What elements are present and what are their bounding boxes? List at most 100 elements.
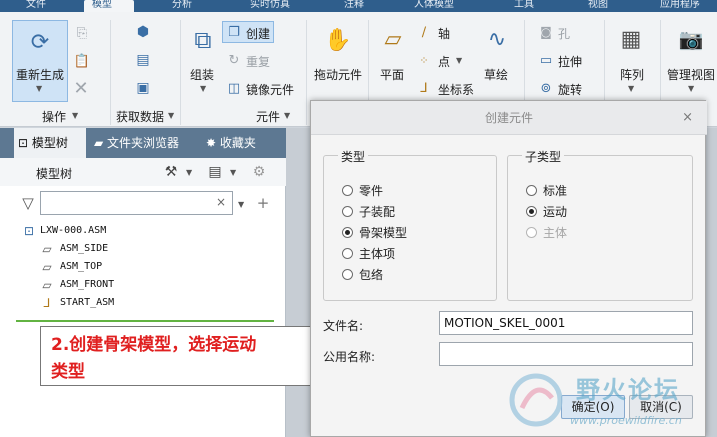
common-name-field[interactable] <box>439 342 693 366</box>
chevron-down-icon[interactable]: ▼ <box>72 111 78 120</box>
plane-label[interactable]: 平面 <box>380 66 404 83</box>
note-line-2: 类型 <box>51 362 85 382</box>
subtype-option-body: 主体 <box>526 224 567 241</box>
type-option-bulk-item[interactable]: 主体项 <box>342 245 395 262</box>
point-icon[interactable]: ⁘ <box>416 52 432 68</box>
component-group-label[interactable]: 元件 <box>256 108 280 125</box>
copy-icon[interactable]: ⎘ <box>72 24 92 42</box>
sketch-icon[interactable]: ∿ <box>482 24 512 54</box>
mirror-component-label[interactable]: 镜像元件 <box>246 81 294 98</box>
tree-header: 模型树 ⚒ ▼ ▤ ▼ ⚙ <box>0 158 286 186</box>
subtype-group: 子类型 标准 运动 主体 <box>507 148 693 301</box>
tab-annotate[interactable]: 注释 <box>344 0 384 12</box>
type-option-envelope[interactable]: 包络 <box>342 266 383 283</box>
tree-filter-input[interactable]: × <box>40 191 233 215</box>
tree-node-start-asm[interactable]: START_ASM <box>60 297 114 308</box>
extrude-icon[interactable]: ▭ <box>538 52 554 68</box>
assemble-label[interactable]: 组装 <box>190 66 214 83</box>
revolve-label[interactable]: 旋转 <box>558 81 582 98</box>
create-component-label: 创建 <box>246 27 271 41</box>
manage-views-label[interactable]: 管理视图 <box>667 66 715 83</box>
filter-settings-icon[interactable]: ⚙ <box>250 163 268 181</box>
pattern-label[interactable]: 阵列 <box>620 66 644 83</box>
drag-components-label[interactable]: 拖动元件 <box>314 66 362 83</box>
mirror-component-icon[interactable]: ◫ <box>226 80 242 96</box>
filter-icon[interactable]: ▽ <box>20 194 36 212</box>
type-option-subassembly[interactable]: 子装配 <box>342 203 395 220</box>
chevron-down-icon[interactable]: ▼ <box>200 84 206 93</box>
tab-model-tree[interactable]: ⊡ 模型树 <box>14 128 86 158</box>
coordinate-system-icon[interactable]: ⅃ <box>416 80 432 96</box>
axis-label[interactable]: 轴 <box>438 25 450 42</box>
plane-icon[interactable]: ▱ <box>378 24 408 54</box>
extrude-label[interactable]: 拉伸 <box>558 53 582 70</box>
repeat-icon[interactable]: ↻ <box>226 52 242 68</box>
show-settings-icon[interactable]: ▤ <box>206 163 224 181</box>
tab-folder-browser[interactable]: ▰ 文件夹浏览器 <box>94 128 204 158</box>
subtype-option-standard[interactable]: 标准 <box>526 182 567 199</box>
chevron-down-icon[interactable]: ▼ <box>186 168 192 177</box>
coordinate-system-icon: ⅃ <box>43 296 51 310</box>
operations-group-label[interactable]: 操作 <box>42 108 66 125</box>
delete-icon[interactable]: ✕ <box>70 78 92 99</box>
model-tree-panel: ⊡ 模型树 ▰ 文件夹浏览器 ✸ 收藏夹 模型树 ⚒ ▼ ▤ ▼ ⚙ ▽ × ▼… <box>0 128 286 437</box>
tools-icon[interactable]: ⚒ <box>162 163 180 181</box>
model-tree-icon: ⊡ <box>18 136 32 150</box>
chevron-down-icon[interactable]: ▼ <box>238 200 244 209</box>
regenerate-label: 重新生成 <box>16 68 65 82</box>
panel-tab-bar: ⊡ 模型树 ▰ 文件夹浏览器 ✸ 收藏夹 <box>0 128 286 158</box>
clear-icon[interactable]: × <box>216 195 226 209</box>
tab-realtime-sim[interactable]: 实时仿真 <box>250 0 310 12</box>
user-defined-feature-icon[interactable]: ⬢ <box>132 22 154 42</box>
chevron-down-icon[interactable]: ▼ <box>628 84 634 93</box>
tree-node-asm-top[interactable]: ASM_TOP <box>60 261 102 272</box>
coordinate-system-label[interactable]: 坐标系 <box>438 81 474 98</box>
hole-label[interactable]: 孔 <box>558 25 570 42</box>
tab-favorites[interactable]: ✸ 收藏夹 <box>206 128 276 158</box>
chevron-down-icon[interactable]: ▼ <box>168 111 174 120</box>
assemble-icon[interactable]: ⧉ <box>188 24 218 56</box>
chevron-down-icon[interactable]: ▼ <box>688 84 694 93</box>
type-option-part[interactable]: 零件 <box>342 182 383 199</box>
tab-applications[interactable]: 应用程序 <box>660 0 717 12</box>
tree-node-asm-side[interactable]: ASM_SIDE <box>60 243 108 254</box>
hole-icon[interactable]: ◙ <box>538 24 554 40</box>
tree-node-asm-front[interactable]: ASM_FRONT <box>60 279 114 290</box>
revolve-icon[interactable]: ⊚ <box>538 80 554 96</box>
repeat-label[interactable]: 重复 <box>246 53 270 70</box>
tab-file[interactable]: 文件 <box>26 0 60 12</box>
datum-plane-icon: ▱ <box>42 260 52 274</box>
tab-view[interactable]: 视图 <box>588 0 628 12</box>
chevron-down-icon[interactable]: ▼ <box>284 111 290 120</box>
chevron-down-icon[interactable]: ▼ <box>456 56 462 65</box>
watermark-title: 野火论坛 <box>576 376 680 404</box>
note-line-1: 2.创建骨架模型，选择运动 <box>51 335 257 355</box>
add-icon[interactable]: + <box>256 194 270 212</box>
manage-views-icon[interactable]: 📷 <box>676 24 706 54</box>
axis-icon[interactable]: ∕ <box>416 24 432 40</box>
paste-icon[interactable]: 📋 <box>72 52 92 70</box>
close-icon[interactable]: × <box>682 110 693 125</box>
tab-model[interactable]: 模型 <box>84 0 134 12</box>
type-group: 类型 零件 子装配 骨架模型 主体项 包络 <box>323 148 497 301</box>
pattern-icon[interactable]: ▦ <box>616 24 646 54</box>
type-legend: 类型 <box>338 148 369 165</box>
copy-geometry-icon[interactable]: ▤ <box>132 50 154 70</box>
dialog-title: 创建元件 <box>311 101 707 135</box>
sketch-label[interactable]: 草绘 <box>484 66 508 83</box>
drag-hand-icon[interactable]: ✋ <box>320 24 356 56</box>
tree-node-assembly[interactable]: LXW-000.ASM <box>40 225 106 236</box>
filename-field[interactable]: MOTION_SKEL_0001 <box>439 311 693 335</box>
chevron-down-icon[interactable]: ▼ <box>230 168 236 177</box>
tab-analysis[interactable]: 分析 <box>172 0 212 12</box>
point-label[interactable]: 点 <box>438 53 450 70</box>
get-data-group-label[interactable]: 获取数据 <box>116 108 164 125</box>
tab-human-model[interactable]: 人体模型 <box>414 0 474 12</box>
shrinkwrap-icon[interactable]: ▣ <box>132 78 154 98</box>
subtype-legend: 子类型 <box>522 148 565 165</box>
watermark-url: www.proewildfire.cn <box>570 414 682 427</box>
subtype-option-motion[interactable]: 运动 <box>526 203 567 220</box>
chevron-down-icon[interactable]: ▼ <box>36 84 42 93</box>
type-option-skeleton[interactable]: 骨架模型 <box>342 224 407 241</box>
tab-tools[interactable]: 工具 <box>514 0 554 12</box>
